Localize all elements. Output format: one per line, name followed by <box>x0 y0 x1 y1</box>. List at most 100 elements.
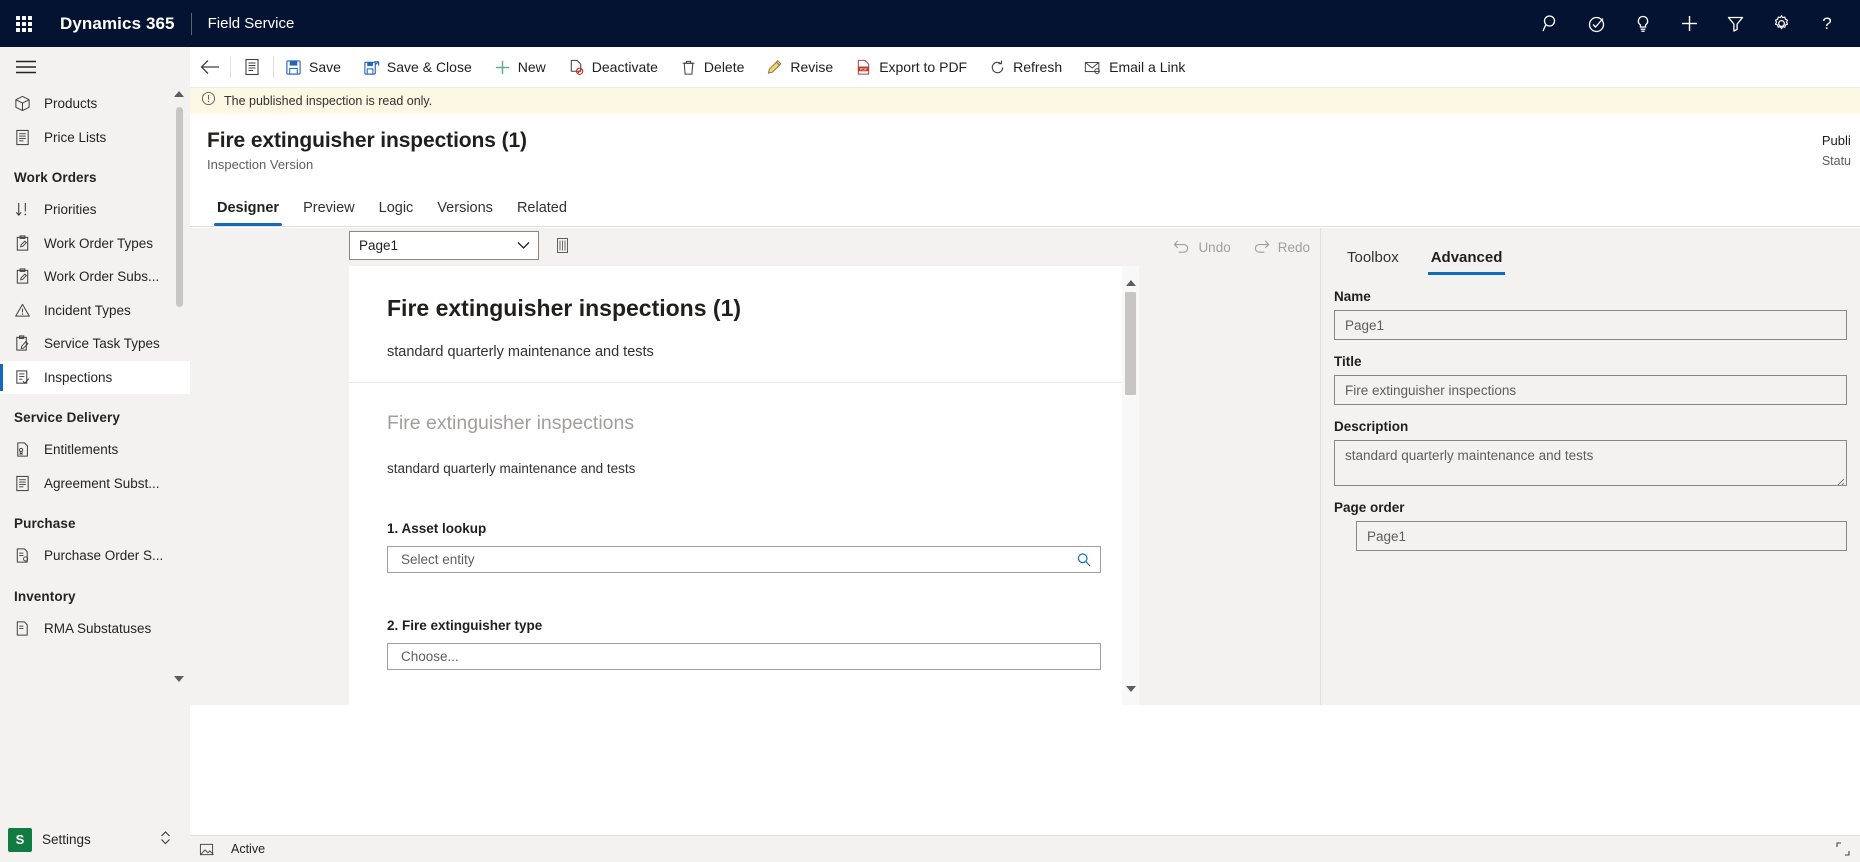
canvas-subheading: standard quarterly maintenance and tests <box>387 344 654 360</box>
insights-lightbulb-icon[interactable] <box>1620 0 1666 47</box>
page-order-item[interactable]: Page1 <box>1356 521 1847 551</box>
sidebar-item-label: Price Lists <box>44 129 107 145</box>
app-name: Field Service <box>207 15 295 32</box>
help-question-icon[interactable]: ? <box>1804 0 1850 47</box>
expand-icon[interactable] <box>1836 842 1850 856</box>
pencil-icon <box>766 59 783 76</box>
redo-button[interactable]: Redo <box>1253 239 1310 256</box>
form-selector-icon[interactable] <box>231 47 273 88</box>
lookup-search-icon[interactable] <box>1076 552 1092 568</box>
deactivate-button[interactable]: Deactivate <box>557 47 669 88</box>
form-notes-icon[interactable] <box>199 842 214 857</box>
nav-group-work-orders: Work Orders <box>14 170 97 185</box>
sidebar-item-purchase-order-substatuses[interactable]: Purchase Order S... <box>0 539 190 573</box>
product-box-icon <box>14 95 38 112</box>
sidebar-item-priorities[interactable]: Priorities <box>0 193 190 227</box>
canvas-header: Fire extinguisher inspections (1) standa… <box>349 266 1139 383</box>
canvas-scrollbar-thumb[interactable] <box>1125 292 1136 395</box>
inspection-checklist-icon <box>14 369 38 386</box>
description-field[interactable]: standard quarterly maintenance and tests <box>1334 440 1847 486</box>
sidebar-item-work-order-types[interactable]: Work Order Types <box>0 227 190 261</box>
nav-scroll-down-icon[interactable] <box>172 672 186 686</box>
search-icon[interactable] <box>1528 0 1574 47</box>
properties-body: Name Page1 Title Fire extinguisher inspe… <box>1321 275 1860 551</box>
title-field-value: Fire extinguisher inspections <box>1345 382 1517 398</box>
back-arrow-icon[interactable] <box>190 47 230 88</box>
revise-label: Revise <box>790 59 834 75</box>
sidebar-item-entitlements[interactable]: Entitlements <box>0 433 190 467</box>
app-launcher-icon[interactable] <box>0 0 48 47</box>
sidebar-item-work-order-substatuses[interactable]: Work Order Subs... <box>0 260 190 294</box>
revise-button[interactable]: Revise <box>755 47 844 88</box>
question-1-label: 1. Asset lookup <box>387 521 487 536</box>
question-1-lookup-input[interactable]: Select entity <box>387 546 1101 573</box>
nav-scroll-region: Products Price Lists Work Orders Priorit… <box>0 87 190 697</box>
tab-logic[interactable]: Logic <box>367 200 426 226</box>
new-button[interactable]: New <box>483 47 557 88</box>
tab-advanced[interactable]: Advanced <box>1418 249 1516 275</box>
nav-collapse-icon[interactable] <box>0 47 190 87</box>
scroll-down-icon[interactable] <box>1122 680 1139 697</box>
tab-preview[interactable]: Preview <box>291 200 367 226</box>
sidebar-item-service-task-types[interactable]: Service Task Types <box>0 327 190 361</box>
tab-related[interactable]: Related <box>505 200 579 226</box>
page-title: Fire extinguisher inspections (1) <box>207 129 527 152</box>
sidebar-item-incident-types[interactable]: Incident Types <box>0 294 190 328</box>
chevron-updown-icon[interactable] <box>159 829 172 851</box>
plus-icon <box>494 59 511 76</box>
assistant-icon[interactable] <box>1574 0 1620 47</box>
nav-scrollbar-thumb[interactable] <box>176 107 183 307</box>
form-tabs: Designer Preview Logic Versions Related <box>190 188 1860 227</box>
command-bar: Save Save & Close New Deactivate Delete … <box>190 47 1860 88</box>
title-field[interactable]: Fire extinguisher inspections <box>1334 375 1847 405</box>
clipboard-task-icon <box>14 335 38 352</box>
tab-versions[interactable]: Versions <box>425 200 505 226</box>
question-2-choice-input[interactable]: Choose... <box>387 643 1101 670</box>
designer-workspace: Page1 Undo Redo Fire extinguisher inspec… <box>190 228 1320 705</box>
refresh-button[interactable]: Refresh <box>978 47 1073 88</box>
designer-toolbar: Page1 Undo Redo <box>190 228 1320 266</box>
sidebar-item-label: Purchase Order S... <box>44 548 164 564</box>
sidebar-item-agreement-substatuses[interactable]: Agreement Subst... <box>0 467 190 501</box>
description-field-label: Description <box>1334 419 1409 434</box>
properties-panel: Toolbox Advanced Name Page1 Title Fire e… <box>1320 228 1860 705</box>
tab-toolbox[interactable]: Toolbox <box>1334 249 1412 275</box>
redo-icon <box>1253 239 1270 256</box>
name-field[interactable]: Page1 <box>1334 310 1847 340</box>
brand-title: Dynamics 365 <box>60 13 175 33</box>
sidebar-settings-area[interactable]: S Settings <box>0 817 190 862</box>
trash-icon <box>680 59 697 76</box>
title-field-label: Title <box>1334 354 1362 369</box>
export-to-pdf-button[interactable]: PDF Export to PDF <box>844 47 978 88</box>
sidebar-item-products[interactable]: Products <box>0 87 190 121</box>
nav-scroll-up-icon[interactable] <box>172 87 186 101</box>
refresh-icon <box>989 59 1006 76</box>
canvas-body: Fire extinguisher inspections standard q… <box>349 383 1139 670</box>
filter-icon[interactable] <box>1712 0 1758 47</box>
undo-label: Undo <box>1198 239 1231 255</box>
price-list-icon <box>14 129 38 146</box>
save-button[interactable]: Save <box>274 47 352 88</box>
undo-button[interactable]: Undo <box>1173 239 1231 256</box>
sidebar-item-inspections[interactable]: Inspections <box>0 360 190 394</box>
canvas-scrollbar[interactable] <box>1122 266 1139 705</box>
tab-designer[interactable]: Designer <box>205 200 291 226</box>
properties-tabs: Toolbox Advanced <box>1321 228 1860 275</box>
question-1-placeholder: Select entity <box>401 552 475 567</box>
scroll-up-icon[interactable] <box>1122 274 1139 291</box>
resize-grip-icon[interactable] <box>1835 474 1845 485</box>
email-a-link-button[interactable]: Email a Link <box>1073 47 1196 88</box>
deactivate-label: Deactivate <box>591 59 658 75</box>
delete-button[interactable]: Delete <box>669 47 755 88</box>
sidebar-item-price-lists[interactable]: Price Lists <box>0 121 190 155</box>
form-description: standard quarterly maintenance and tests <box>387 461 636 476</box>
banner-text: The published inspection is read only. <box>224 94 433 108</box>
settings-gear-icon[interactable] <box>1758 0 1804 47</box>
page-selector-dropdown[interactable]: Page1 <box>349 231 539 260</box>
delete-page-icon[interactable] <box>552 235 572 255</box>
save-and-close-button[interactable]: Save & Close <box>352 47 483 88</box>
quick-create-plus-icon[interactable] <box>1666 0 1712 47</box>
sidebar-item-rma-substatuses[interactable]: RMA Substatuses <box>0 612 190 646</box>
sidebar-item-label: Incident Types <box>44 302 131 318</box>
sort-priority-icon <box>14 201 38 218</box>
